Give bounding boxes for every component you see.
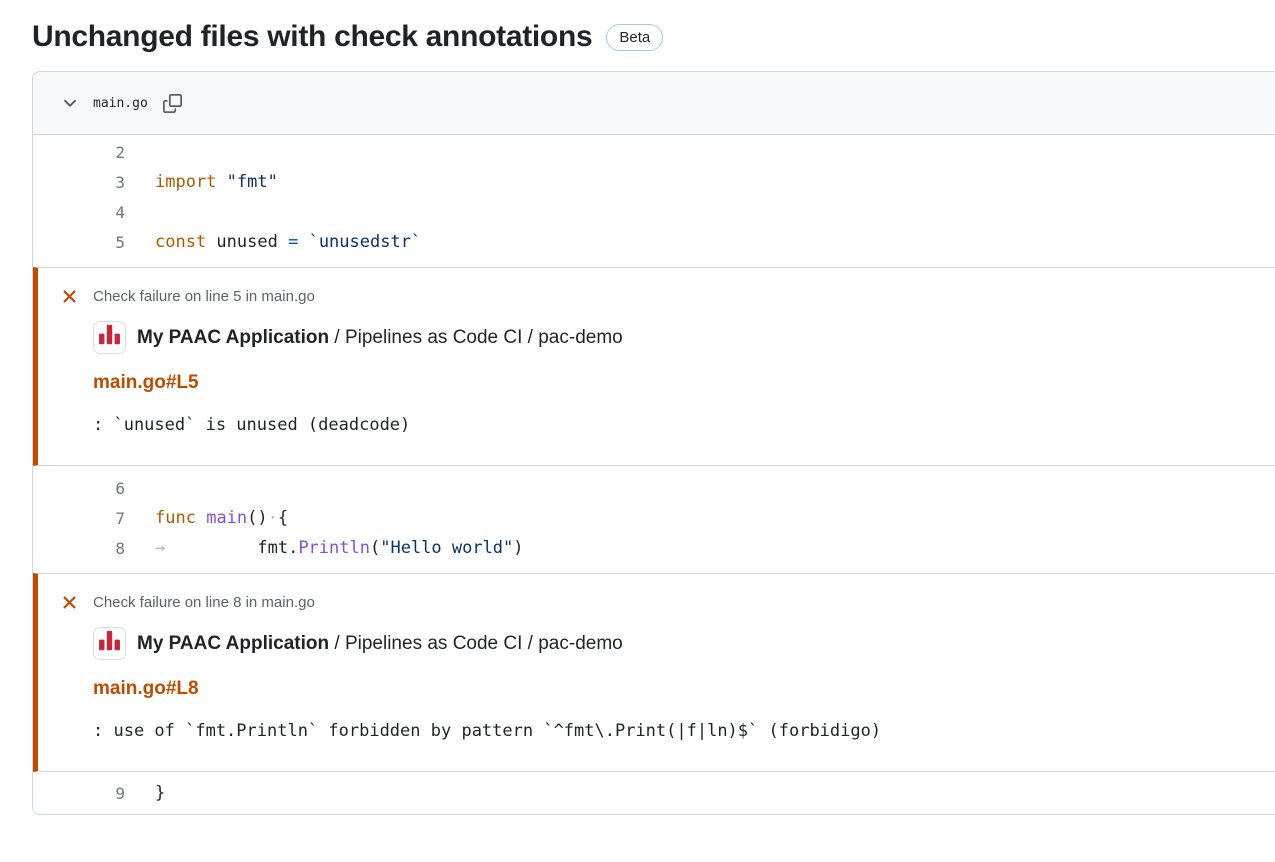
app-avatar bbox=[93, 627, 126, 660]
annotation-title: Check failure on line 5 in main.go bbox=[93, 288, 315, 305]
page-title: Unchanged files with check annotations B… bbox=[32, 20, 1275, 54]
line-number: 3 bbox=[33, 173, 125, 192]
app-name: My PAAC Application bbox=[137, 327, 329, 348]
check-failure-x-icon bbox=[61, 594, 78, 611]
file-card: main.go 23import "fmt"45const unused = `… bbox=[32, 71, 1275, 815]
check-annotation: Check failure on line 8 in main.go My PA… bbox=[33, 573, 1275, 772]
beta-badge: Beta bbox=[606, 24, 663, 51]
check-run-path: / Pipelines as Code CI / pac-demo bbox=[329, 327, 623, 348]
chevron-down-icon[interactable] bbox=[62, 95, 78, 111]
code-line: 9} bbox=[33, 778, 1275, 808]
line-number: 8 bbox=[33, 539, 125, 558]
app-name: My PAAC Application bbox=[137, 633, 329, 654]
annotation-header: Check failure on line 8 in main.go bbox=[61, 594, 1267, 611]
annotation-title: Check failure on line 8 in main.go bbox=[93, 594, 315, 611]
code-content: import "fmt" bbox=[125, 172, 278, 192]
code-line: 3import "fmt" bbox=[33, 167, 1275, 197]
annotation-body: My PAAC Application / Pipelines as Code … bbox=[93, 321, 1267, 435]
line-number: 2 bbox=[33, 143, 125, 162]
annotation-header: Check failure on line 5 in main.go bbox=[61, 288, 1267, 305]
pipelines-logo-icon bbox=[94, 628, 125, 659]
code-content: const unused = `unusedstr` bbox=[125, 232, 421, 252]
copy-icon[interactable] bbox=[163, 94, 182, 113]
annotation-message: : `unused` is unused (deadcode) bbox=[93, 415, 1267, 435]
code-line: 6 bbox=[33, 473, 1275, 503]
code-content: } bbox=[125, 783, 165, 803]
file-body: 23import "fmt"45const unused = `unusedst… bbox=[33, 135, 1275, 814]
check-run-title: My PAAC Application / Pipelines as Code … bbox=[137, 633, 623, 655]
code-content: func main()·{ bbox=[125, 508, 288, 528]
line-number: 4 bbox=[33, 203, 125, 222]
line-number: 6 bbox=[33, 479, 125, 498]
line-number: 5 bbox=[33, 233, 125, 252]
annotation-file-link[interactable]: main.go#L5 bbox=[93, 372, 199, 394]
code-line: 5const unused = `unusedstr` bbox=[33, 227, 1275, 257]
code-line: 4 bbox=[33, 197, 1275, 227]
annotation-file-link[interactable]: main.go#L8 bbox=[93, 678, 199, 700]
line-number: 7 bbox=[33, 509, 125, 528]
check-run-path: / Pipelines as Code CI / pac-demo bbox=[329, 633, 623, 654]
code-line: 2 bbox=[33, 137, 1275, 167]
line-number: 9 bbox=[33, 784, 125, 803]
app-avatar bbox=[93, 321, 126, 354]
file-name: main.go bbox=[93, 96, 148, 111]
check-run-row: My PAAC Application / Pipelines as Code … bbox=[93, 321, 1267, 354]
code-content: → fmt.Println("Hello world") bbox=[125, 538, 524, 558]
check-failure-x-icon bbox=[61, 288, 78, 305]
page-title-text: Unchanged files with check annotations bbox=[32, 20, 592, 54]
check-run-title: My PAAC Application / Pipelines as Code … bbox=[137, 327, 623, 349]
file-header[interactable]: main.go bbox=[33, 72, 1275, 135]
annotation-message: : use of `fmt.Println` forbidden by patt… bbox=[93, 721, 1267, 741]
check-annotation: Check failure on line 5 in main.go My PA… bbox=[33, 267, 1275, 466]
code-block: 9} bbox=[33, 772, 1275, 814]
code-block: 23import "fmt"45const unused = `unusedst… bbox=[33, 135, 1275, 267]
check-run-row: My PAAC Application / Pipelines as Code … bbox=[93, 627, 1267, 660]
pipelines-logo-icon bbox=[94, 322, 125, 353]
code-line: 7func main()·{ bbox=[33, 503, 1275, 533]
annotation-body: My PAAC Application / Pipelines as Code … bbox=[93, 627, 1267, 741]
code-line: 8→ fmt.Println("Hello world") bbox=[33, 533, 1275, 563]
code-block: 67func main()·{8→ fmt.Println("Hello wor… bbox=[33, 466, 1275, 573]
